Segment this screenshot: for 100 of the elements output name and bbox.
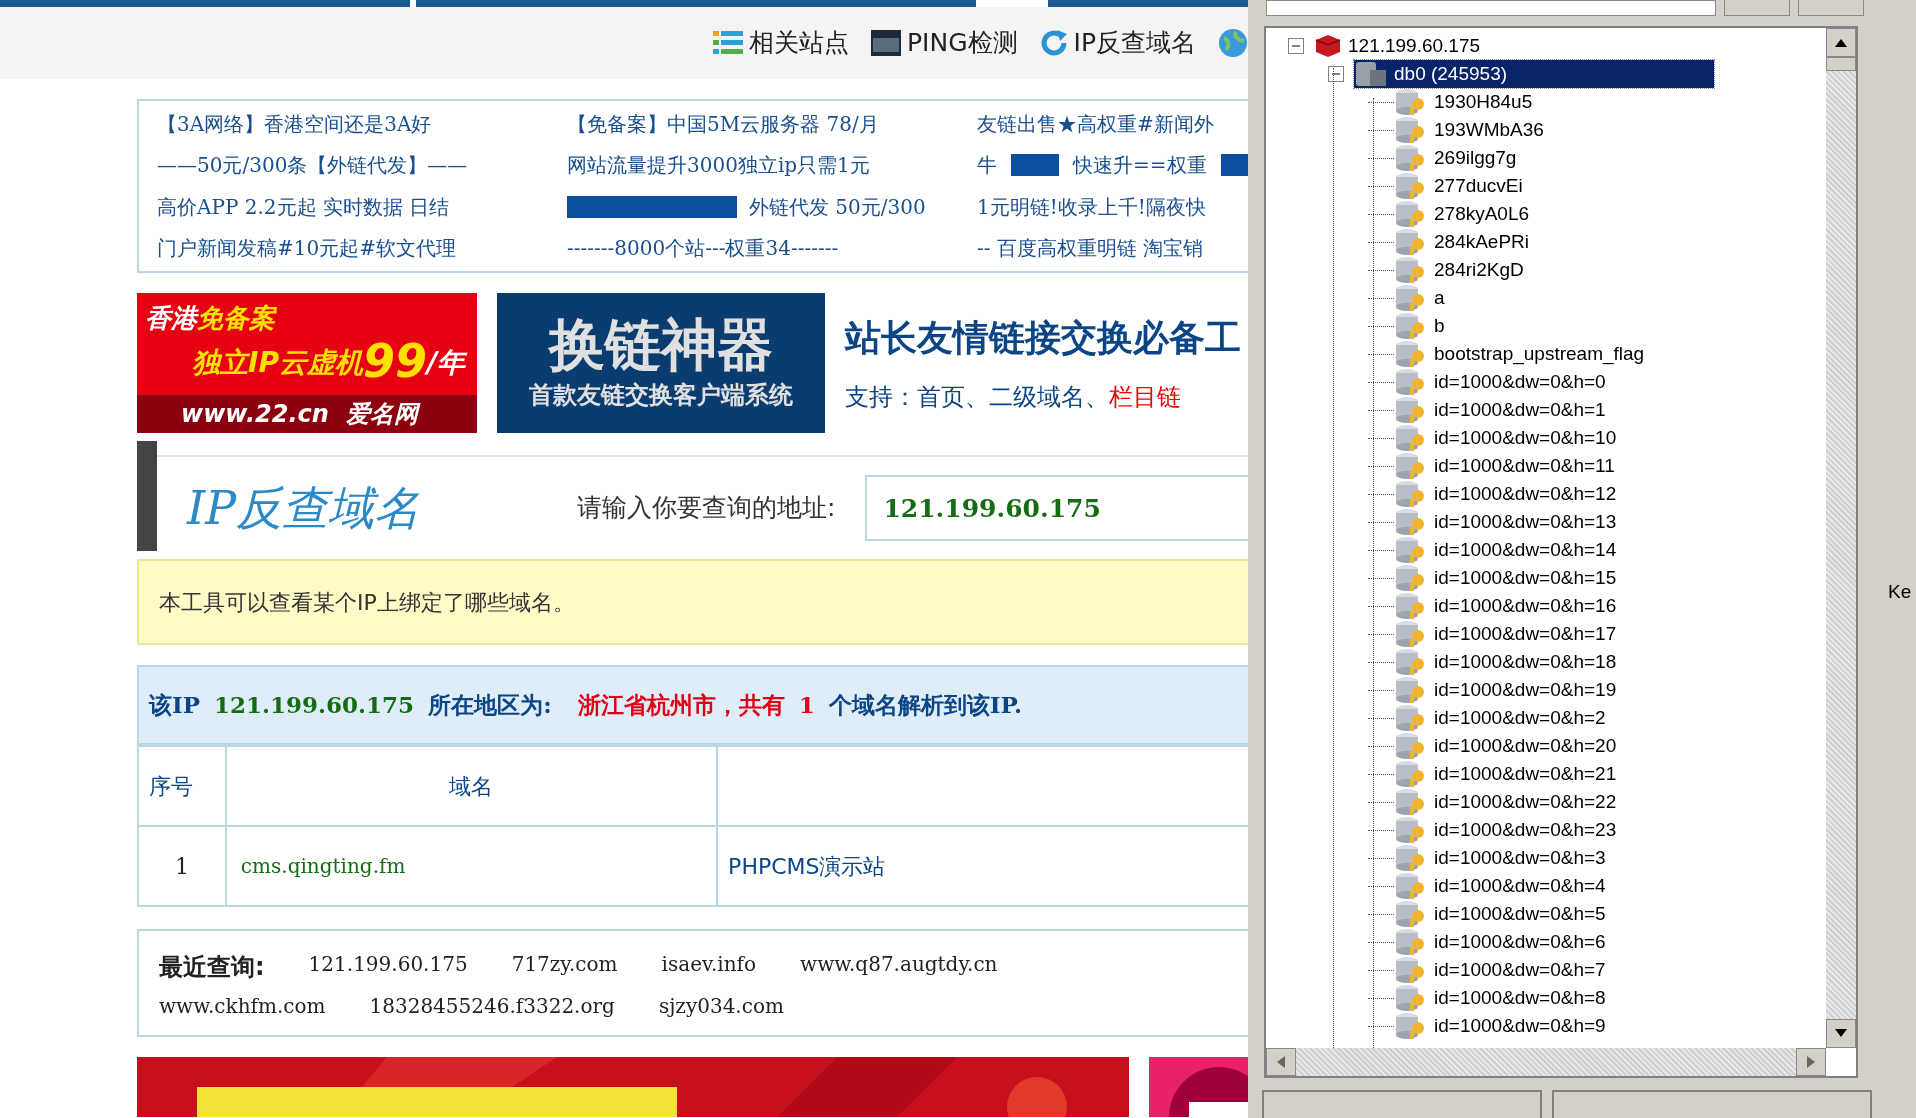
tree-item[interactable]: id=1000&dw=0&h=4 — [1394, 871, 1608, 901]
vertical-scrollbar[interactable] — [1826, 28, 1856, 1048]
table-cell: 1 — [138, 826, 226, 906]
ad-banner[interactable]: 香港免备案 独立IP云虚机99/年 www.22.cn 爱名网 — [137, 293, 477, 433]
region-text: 浙江省杭州市，共有 — [577, 689, 785, 720]
tool-title: IP反查域名 — [187, 479, 422, 537]
ad-link[interactable]: 友链出售★高权重#新闻外 — [977, 109, 1248, 139]
server-icon — [1314, 34, 1342, 58]
banner-text: 独立IP云虚机99/年 — [191, 338, 469, 384]
tree-item[interactable]: id=1000&dw=0&h=2 — [1394, 703, 1608, 733]
tree-item[interactable]: id=1000&dw=0&h=12 — [1394, 479, 1619, 509]
tree-item[interactable]: db0 (245953) — [1354, 59, 1714, 89]
tree-item[interactable]: id=1000&dw=0&h=16 — [1394, 591, 1619, 621]
ad-link[interactable]: 高价APP 2.2元起 实时数据 日结 — [157, 191, 547, 222]
banner-text: 首款友链交换客户端系统 — [529, 380, 793, 411]
ad-link[interactable]: -- 百度高权重明链 淘宝销 — [977, 233, 1248, 263]
result-label: 所在地区为: — [428, 689, 552, 720]
tree-item[interactable]: id=1000&dw=0&h=21 — [1394, 759, 1619, 789]
scroll-down-icon[interactable] — [1835, 1029, 1847, 1038]
ip-text: 121.199.60.175 — [214, 689, 415, 720]
tree-item[interactable]: id=1000&dw=0&h=6 — [1394, 927, 1608, 957]
tree-item[interactable]: 278kyA0L6 — [1394, 199, 1532, 229]
banner-text: www.22.cn 爱名网 — [137, 395, 477, 433]
globe-icon — [1218, 28, 1248, 58]
nav-link[interactable]: PING检测 — [871, 24, 1018, 62]
tree-item[interactable]: id=1000&dw=0&h=13 — [1394, 507, 1619, 537]
table-link[interactable]: cms.qingting.fm — [225, 826, 718, 906]
tree-item[interactable]: id=1000&dw=0&h=3 — [1394, 843, 1608, 873]
recent-link[interactable]: www.q87.augtdy.cn — [800, 949, 998, 985]
recent-link[interactable]: 121.199.60.175 — [308, 949, 468, 985]
tree-item[interactable]: id=1000&dw=0&h=23 — [1394, 815, 1619, 845]
tree-item[interactable]: id=1000&dw=0&h=19 — [1394, 675, 1619, 705]
horizontal-scrollbar[interactable] — [1266, 1048, 1826, 1076]
terminal-icon — [871, 30, 901, 56]
ad-headline[interactable]: 站长友情链接交换必备工 — [845, 311, 1241, 365]
tree-item[interactable]: 284kAePRi — [1394, 227, 1532, 257]
tree-item[interactable]: id=1000&dw=0&h=7 — [1394, 955, 1608, 985]
column-header: 域名 — [225, 746, 718, 826]
search-field[interactable] — [1266, 0, 1716, 16]
result-label: 个域名解析到该IP. — [828, 689, 1022, 720]
collapse-icon[interactable] — [1328, 66, 1344, 82]
scroll-right-icon[interactable] — [1807, 1056, 1815, 1068]
recent-link[interactable]: www.ckhfm.com — [159, 991, 326, 1021]
tree-item[interactable]: id=1000&dw=0&h=11 — [1394, 451, 1617, 481]
ad-text: 支持：首页、二级域名、栏目链 — [845, 382, 1182, 413]
tree-item[interactable]: id=1000&dw=0&h=18 — [1394, 647, 1619, 677]
count-text: 1 — [798, 689, 815, 720]
tree-item[interactable]: 284ri2KgD — [1394, 255, 1526, 285]
tree-item[interactable]: id=1000&dw=0&h=17 — [1394, 619, 1619, 649]
scroll-left-icon[interactable] — [1277, 1056, 1285, 1068]
ad-link[interactable]: 快速升==权重 — [1073, 150, 1207, 181]
scroll-up-icon[interactable] — [1835, 38, 1847, 47]
tree-item[interactable]: id=1000&dw=0&h=0 — [1394, 367, 1608, 397]
ip-input-field[interactable]: 121.199.60.175 — [865, 475, 1248, 541]
ad-link[interactable]: 【3A网络】香港空间还是3A好 — [157, 109, 547, 139]
ad-link[interactable]: 牛 — [977, 150, 997, 181]
tree-item[interactable]: id=1000&dw=0&h=5 — [1394, 899, 1608, 929]
banner-title: 换链神器 — [549, 313, 773, 377]
tree-item[interactable]: id=1000&dw=0&h=22 — [1394, 787, 1619, 817]
tree-item[interactable]: id=1000&dw=0&h=1 — [1394, 395, 1608, 425]
tree-item[interactable]: 193WMbA36 — [1394, 115, 1546, 145]
redaction-bar — [1011, 154, 1059, 177]
tree-item[interactable]: 1930H84u5 — [1394, 87, 1535, 117]
collapse-icon[interactable] — [1288, 38, 1304, 54]
recent-link[interactable]: isaev.info — [661, 949, 756, 985]
ad-link[interactable]: 外链代发 50元/300 — [749, 191, 926, 222]
ad-banner[interactable]: 换链神器 首款友链交换客户端系统 — [497, 293, 825, 433]
tree-item[interactable]: id=1000&dw=0&h=15 — [1394, 563, 1619, 593]
confirm-button[interactable] — [1724, 0, 1790, 16]
recent-label: 最近查询: — [159, 952, 265, 983]
clear-button[interactable] — [1798, 0, 1864, 16]
ad-link[interactable]: 1元明链!收录上千!隔夜快 — [977, 191, 1248, 222]
nav-link[interactable]: IP反查域名 — [1039, 24, 1196, 62]
ad-link[interactable]: ——50元/300条【外链代发】—— — [157, 150, 547, 181]
recent-link[interactable]: 18328455246.f3322.org — [369, 991, 615, 1021]
tree-item[interactable]: id=1000&dw=0&h=9 — [1394, 1011, 1608, 1041]
tree-item[interactable]: id=1000&dw=0&h=10 — [1394, 423, 1619, 453]
field-label: 请输入你要查询的地址: — [577, 492, 836, 525]
info-note: 本工具可以查看某个IP上绑定了哪些域名。 — [137, 559, 1248, 645]
tree-item[interactable]: 121.199.60.175 — [1314, 31, 1483, 61]
tree-item[interactable]: id=1000&dw=0&h=14 — [1394, 535, 1619, 565]
tree-item[interactable]: a — [1394, 283, 1447, 313]
tree-item[interactable]: b — [1394, 311, 1447, 341]
ad-link[interactable]: 网站流量提升3000独立ip只需1元 — [567, 150, 957, 181]
recent-link[interactable]: 717zy.com — [511, 949, 618, 985]
database-icon — [1354, 60, 1388, 88]
tree-item[interactable]: id=1000&dw=0&h=8 — [1394, 983, 1608, 1013]
ad-link[interactable]: 门户新闻发稿#10元起#软文代理 — [157, 233, 547, 263]
tree-item[interactable]: bootstrap_upstream_flag — [1394, 339, 1647, 369]
ad-link[interactable]: -------8000个站---权重34------- — [567, 233, 957, 263]
tree-item[interactable]: id=1000&dw=0&h=20 — [1394, 731, 1619, 761]
tree-item[interactable]: 269ilgg7g — [1394, 143, 1519, 173]
nav-link[interactable]: 相关站点 — [713, 24, 849, 62]
field-label: Ke — [1888, 580, 1912, 604]
tree-item[interactable]: 277ducvEi — [1394, 171, 1525, 201]
list-icon — [713, 29, 743, 57]
banner-text: 香港免备案 — [144, 302, 278, 335]
scroll-thumb[interactable] — [1826, 57, 1856, 72]
recent-link[interactable]: sjzy034.com — [658, 991, 784, 1021]
ad-link[interactable]: 【免备案】中国5M云服务器 78/月 — [567, 109, 957, 139]
